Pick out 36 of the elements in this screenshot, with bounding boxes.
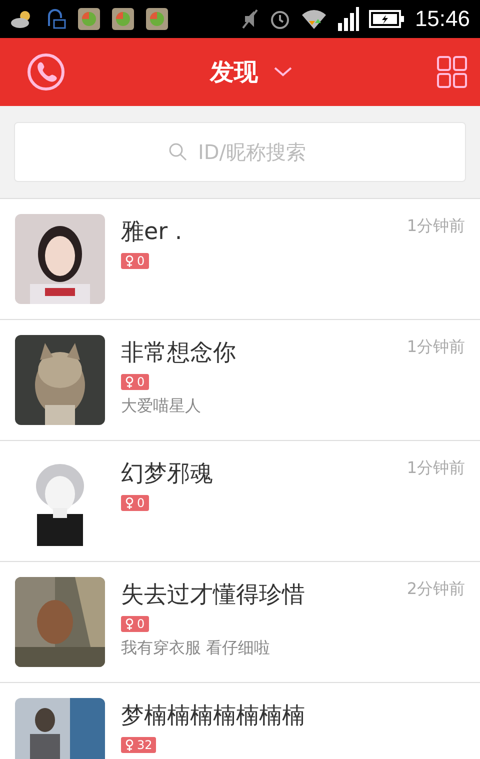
signal-icon bbox=[336, 7, 359, 31]
battery-icon bbox=[368, 9, 405, 29]
female-badge: 0 bbox=[121, 253, 149, 269]
user-bio: 大爱喵星人 bbox=[121, 396, 202, 417]
time-ago: 1分钟前 bbox=[406, 458, 465, 479]
female-badge: 32 bbox=[121, 737, 156, 753]
user-name: 梦楠楠楠楠楠楠楠 bbox=[121, 702, 305, 731]
search-field[interactable]: ID/昵称搜索 bbox=[14, 122, 466, 182]
female-badge: 0 bbox=[121, 374, 149, 390]
user-name: 非常想念你 bbox=[121, 339, 236, 368]
user-name: 雅er . bbox=[121, 218, 182, 247]
female-badge: 0 bbox=[121, 616, 149, 632]
user-row[interactable]: 幻梦邪魂 1分钟前 0 bbox=[0, 441, 480, 562]
user-row[interactable]: 雅er . 1分钟前 0 bbox=[0, 199, 480, 320]
app-icon bbox=[112, 8, 134, 30]
page-title[interactable]: 发现 bbox=[210, 56, 258, 88]
chevron-down-icon[interactable] bbox=[274, 67, 292, 77]
alarm-icon bbox=[268, 8, 291, 30]
time-ago: 1分钟前 bbox=[406, 216, 465, 237]
female-badge: 0 bbox=[121, 495, 149, 511]
time-ago: 2分钟前 bbox=[406, 579, 465, 600]
clock: 15:46 bbox=[414, 6, 470, 32]
time-ago: 1分钟前 bbox=[406, 337, 465, 358]
mute-icon bbox=[240, 8, 259, 30]
app-icon bbox=[146, 8, 168, 30]
phone-icon[interactable] bbox=[26, 52, 66, 92]
user-row[interactable]: 非常想念你 1分钟前 0 大爱喵星人 bbox=[0, 320, 480, 441]
grid-icon[interactable] bbox=[436, 55, 468, 89]
search-icon bbox=[168, 142, 188, 162]
user-row[interactable]: 梦楠楠楠楠楠楠楠 32 bbox=[0, 683, 480, 759]
wifi-icon bbox=[300, 7, 327, 31]
user-bio: 我有穿衣服 看仔细啦 bbox=[121, 638, 272, 659]
app-icon bbox=[78, 8, 100, 30]
user-row[interactable]: 失去过才懂得珍惜 2分钟前 0 我有穿衣服 看仔细啦 bbox=[0, 562, 480, 683]
user-name: 幻梦邪魂 bbox=[121, 460, 213, 489]
user-name: 失去过才懂得珍惜 bbox=[121, 581, 305, 610]
